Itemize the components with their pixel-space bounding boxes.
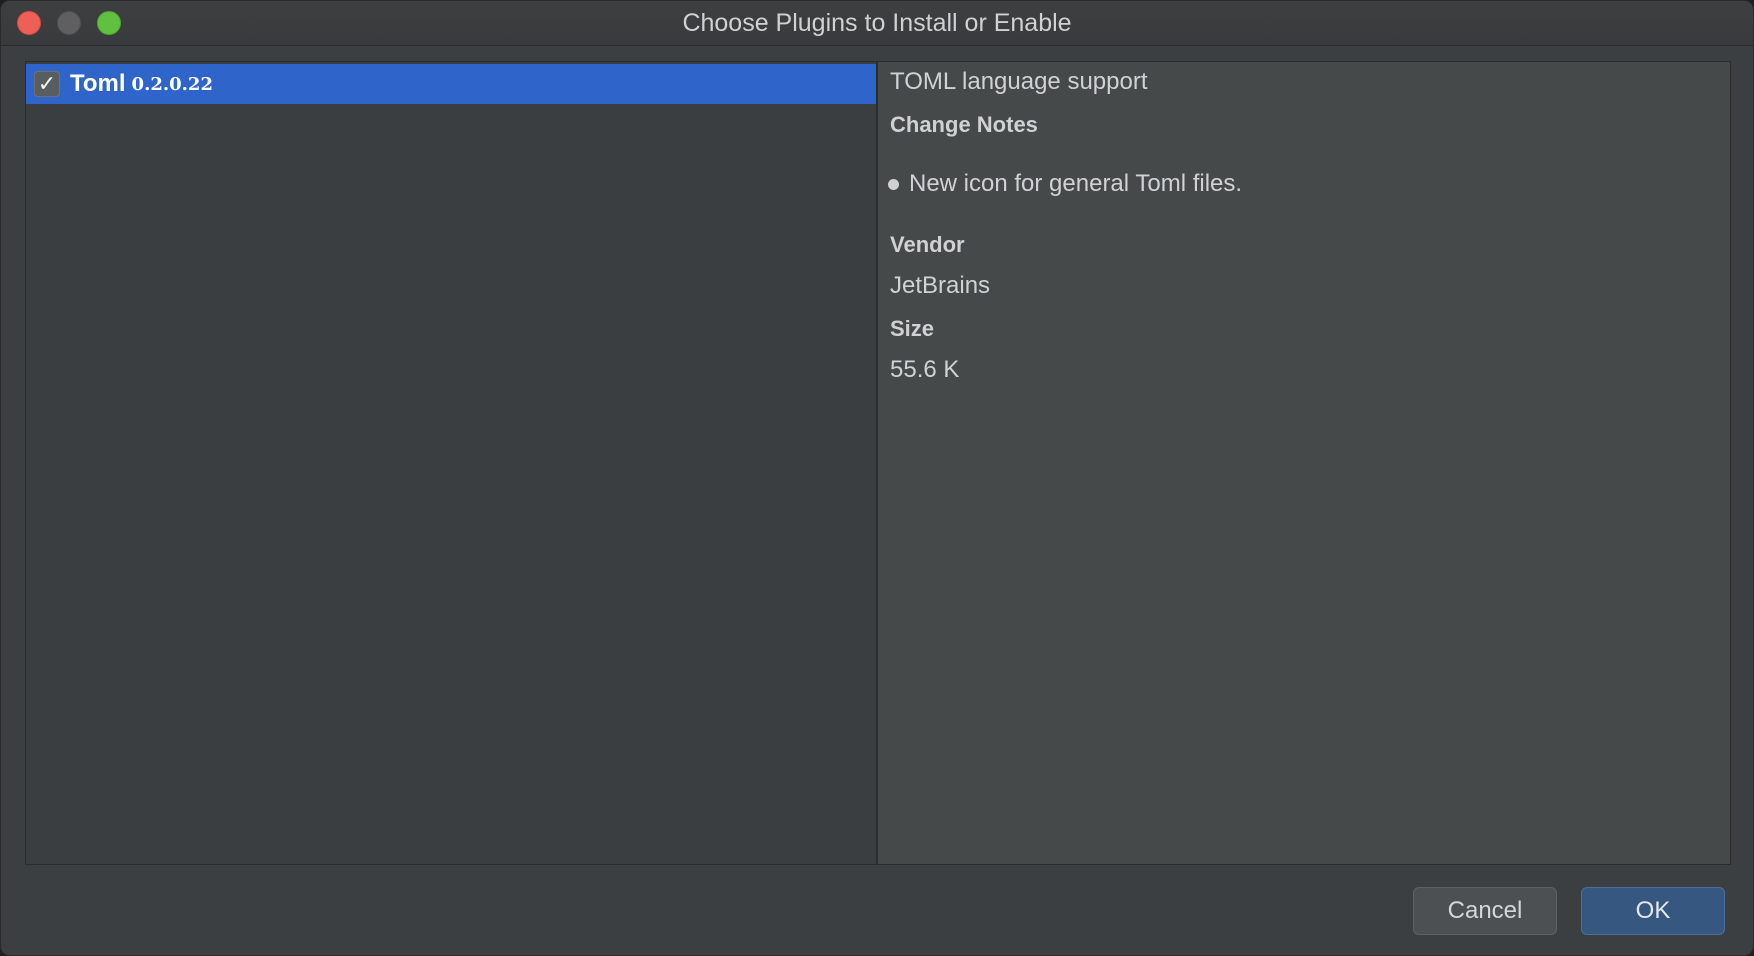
plugin-name: Toml — [70, 70, 126, 97]
size-heading: Size — [890, 316, 935, 341]
vendor-value: JetBrains — [890, 272, 991, 299]
plugin-version: 0.2.0.22 — [131, 73, 213, 95]
change-notes-heading: Change Notes — [890, 112, 1038, 137]
dialog-content: ✓ Toml 0.2.0.22 TOML language support Ch… — [25, 61, 1731, 865]
plugin-details-panel: TOML language support Change Notes New i… — [878, 62, 1730, 864]
checkmark-icon: ✓ — [37, 71, 57, 96]
window-title: Choose Plugins to Install or Enable — [682, 9, 1072, 37]
ok-button[interactable]: OK — [1581, 887, 1725, 935]
change-note-item: New icon for general Toml files. — [888, 170, 1242, 198]
plugin-list-item-toml[interactable]: ✓ Toml 0.2.0.22 — [26, 64, 876, 104]
plugin-list: ✓ Toml 0.2.0.22 — [26, 62, 878, 864]
size-value: 55.6 K — [890, 356, 960, 383]
bullet-icon — [888, 178, 899, 190]
plugin-install-dialog: Choose Plugins to Install or Enable ✓ To… — [0, 0, 1754, 956]
plugin-description: TOML language support — [890, 68, 1148, 95]
vendor-heading: Vendor — [890, 232, 965, 257]
change-note-text: New icon for general Toml files. — [909, 170, 1243, 197]
cancel-button[interactable]: Cancel — [1413, 887, 1557, 935]
plugin-checkbox[interactable]: ✓ — [34, 71, 60, 97]
title-bar[interactable]: Choose Plugins to Install or Enable — [1, 1, 1753, 46]
